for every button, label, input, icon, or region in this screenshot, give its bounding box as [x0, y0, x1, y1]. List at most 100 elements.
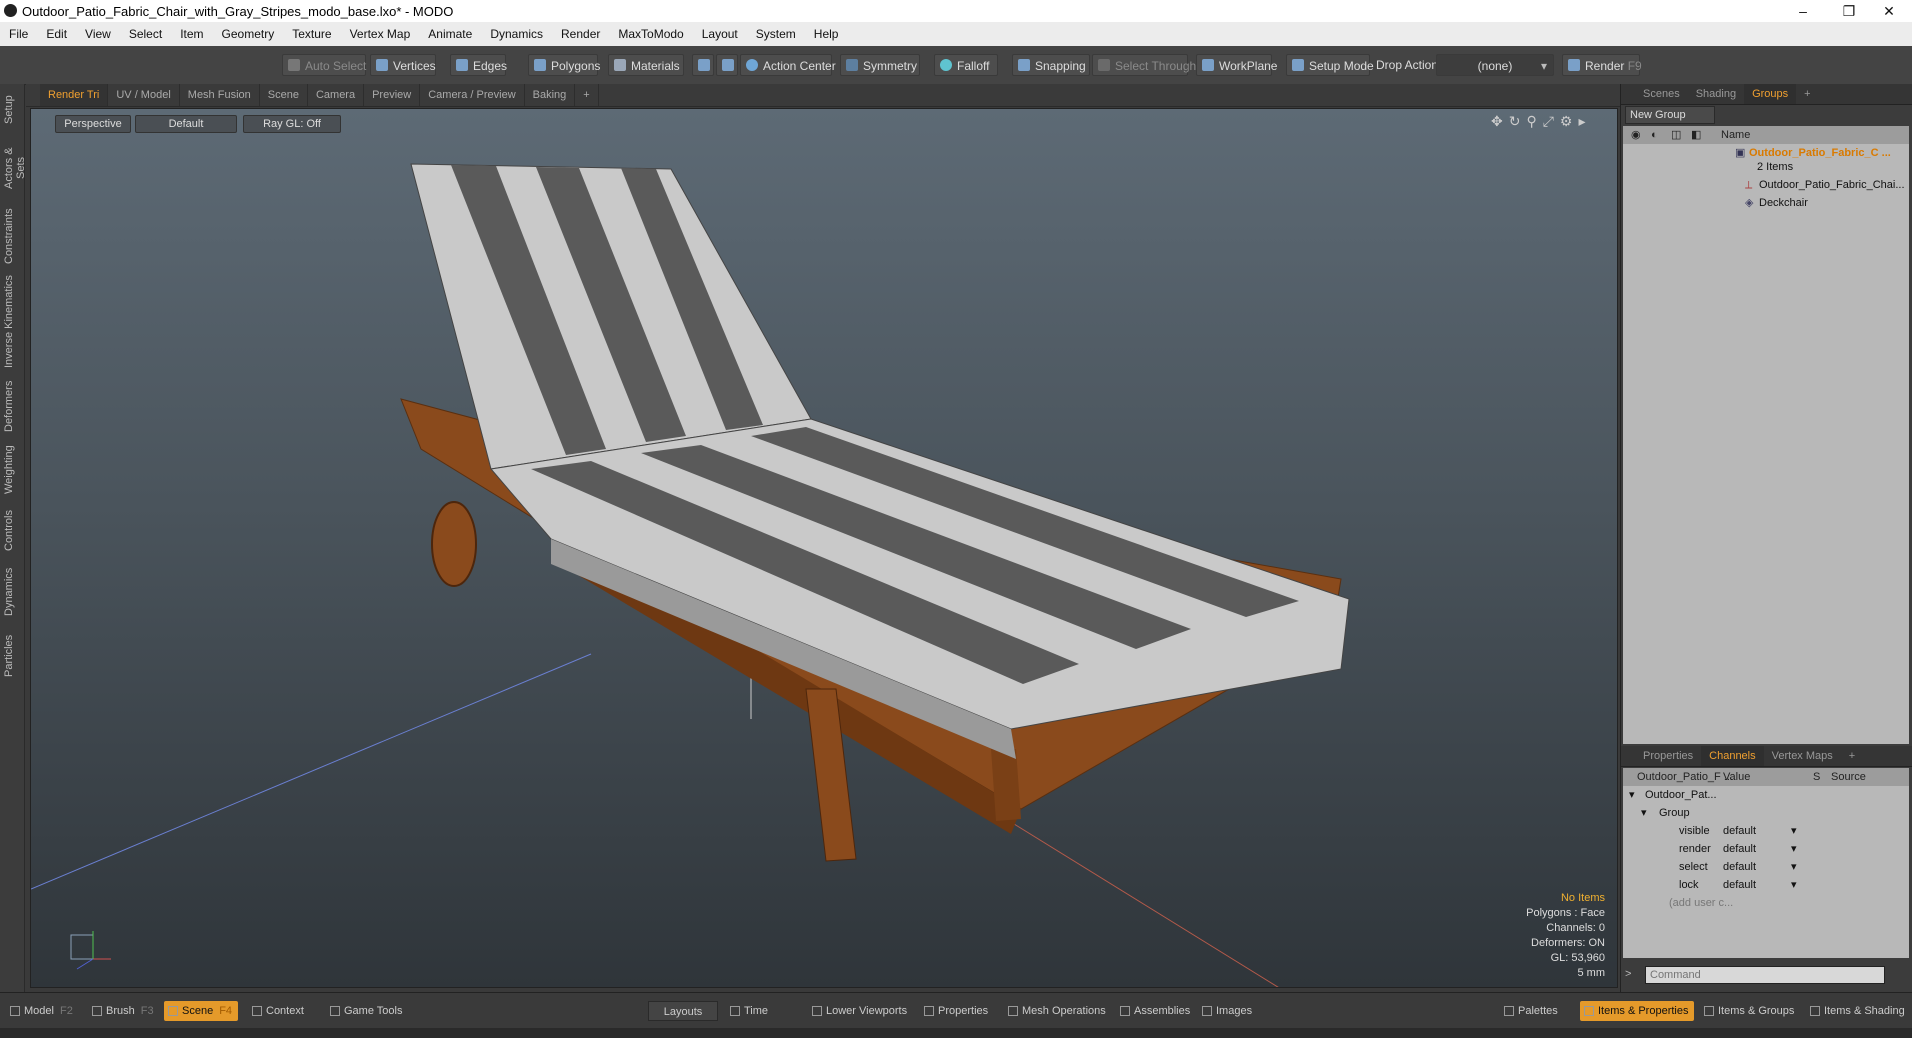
tab-particles[interactable]: Particles	[3, 628, 21, 684]
menu-vertex-map[interactable]: Vertex Map	[341, 22, 420, 46]
menu-edit[interactable]: Edit	[37, 22, 76, 46]
chevron-down-icon: ▾	[1641, 807, 1647, 819]
tab-camera[interactable]: Camera	[308, 84, 365, 106]
channel-row-visible[interactable]: visible default ▾	[1623, 822, 1909, 840]
add-tab-button[interactable]: +	[575, 84, 599, 106]
menu-help[interactable]: Help	[805, 22, 848, 46]
channel-group-row[interactable]: ▾ Group	[1623, 804, 1909, 822]
snapping-button[interactable]: Snapping	[1012, 54, 1090, 76]
new-group-button[interactable]: New Group	[1625, 106, 1715, 124]
axis-gizmo-icon	[70, 931, 111, 970]
items-groups-button[interactable]: Items & Groups	[1700, 1001, 1800, 1021]
mesh-operations-button[interactable]: Mesh Operations	[1004, 1001, 1112, 1021]
menu-render[interactable]: Render	[552, 22, 609, 46]
group-child-row[interactable]: ◈ Deckchair	[1623, 194, 1909, 212]
tab-baking[interactable]: Baking	[525, 84, 576, 106]
3d-viewport[interactable]: Perspective Default Ray GL: Off ✥↻⚲⤢⚙▸ N…	[30, 108, 1618, 988]
tab-uv-model[interactable]: UV / Model	[108, 84, 180, 106]
auto-select-button[interactable]: Auto Select	[282, 54, 366, 76]
time-button[interactable]: Time	[726, 1001, 774, 1021]
layouts-button[interactable]: Layouts	[648, 1001, 718, 1021]
tab-channels[interactable]: Channels	[1701, 746, 1764, 766]
items-properties-button[interactable]: Items & Properties	[1580, 1001, 1695, 1021]
tab-actors-sets[interactable]: Actors & Sets	[3, 138, 27, 198]
channel-row-select[interactable]: select default ▾	[1623, 858, 1909, 876]
select-mode-a-button[interactable]	[692, 54, 714, 76]
tab-mesh-fusion[interactable]: Mesh Fusion	[180, 84, 260, 106]
tab-scenes[interactable]: Scenes	[1635, 84, 1688, 104]
menu-dynamics[interactable]: Dynamics	[481, 22, 552, 46]
assemblies-button[interactable]: Assemblies	[1116, 1001, 1196, 1021]
tab-shading[interactable]: Shading	[1688, 84, 1744, 104]
falloff-button[interactable]: Falloff	[934, 54, 998, 76]
lower-viewports-button[interactable]: Lower Viewports	[808, 1001, 913, 1021]
channel-root-row[interactable]: ▾ Outdoor_Pat...	[1623, 786, 1909, 804]
symmetry-button[interactable]: Symmetry	[840, 54, 920, 76]
x-axis-line	[31, 653, 592, 890]
menu-layout[interactable]: Layout	[693, 22, 747, 46]
polygons-button[interactable]: Polygons	[528, 54, 600, 76]
chevron-down-icon[interactable]: ▾	[1791, 822, 1797, 840]
drop-action-select[interactable]: (none) ▾	[1436, 54, 1554, 76]
tab-constraints[interactable]: Constraints	[3, 206, 21, 266]
brush-layout-button[interactable]: Brush F3	[88, 1001, 160, 1021]
select-through-button[interactable]: Select Through	[1092, 54, 1196, 76]
palettes-button[interactable]: Palettes	[1500, 1001, 1564, 1021]
scene-layout-button[interactable]: Scene F4	[164, 1001, 239, 1021]
select-mode-b-button[interactable]	[716, 54, 738, 76]
tab-vertex-maps[interactable]: Vertex Maps	[1764, 746, 1841, 766]
group-child-row[interactable]: ⟂ Outdoor_Patio_Fabric_Chai...	[1623, 176, 1909, 194]
vertices-button[interactable]: Vertices	[370, 54, 436, 76]
model-layout-button[interactable]: Model F2	[6, 1001, 79, 1021]
edges-button[interactable]: Edges	[450, 54, 507, 76]
properties-button[interactable]: Properties	[920, 1001, 994, 1021]
close-button[interactable]: ✕	[1866, 1, 1912, 21]
tab-properties[interactable]: Properties	[1635, 746, 1701, 766]
add-tab-button[interactable]: +	[1796, 84, 1818, 104]
menu-file[interactable]: File	[0, 22, 37, 46]
chevron-down-icon[interactable]: ▾	[1791, 840, 1797, 858]
tab-weighting[interactable]: Weighting	[3, 442, 21, 498]
command-input[interactable]	[1645, 966, 1885, 984]
select-through-icon	[1098, 59, 1110, 71]
menu-select[interactable]: Select	[120, 22, 171, 46]
menu-geometry[interactable]: Geometry	[213, 22, 284, 46]
panel-icon	[1120, 1006, 1130, 1016]
tab-inverse-kinematics[interactable]: Inverse Kinematics	[3, 274, 21, 370]
images-button[interactable]: Images	[1198, 1001, 1258, 1021]
menu-view[interactable]: View	[76, 22, 120, 46]
mesh-icon: ⟂	[1745, 179, 1753, 191]
tab-dynamics[interactable]: Dynamics	[3, 564, 21, 620]
add-user-channel-row[interactable]: (add user c...	[1623, 894, 1909, 912]
tab-controls[interactable]: Controls	[3, 506, 21, 556]
menu-item[interactable]: Item	[171, 22, 212, 46]
hud-channels: Channels: 0	[1546, 922, 1605, 934]
materials-button[interactable]: Materials	[608, 54, 684, 76]
render-button[interactable]: Render F9	[1562, 54, 1642, 76]
modo-logo-icon	[4, 4, 17, 17]
context-layout-button[interactable]: Context	[248, 1001, 310, 1021]
action-center-button[interactable]: Action Center	[740, 54, 836, 76]
tab-preview[interactable]: Preview	[364, 84, 421, 106]
minimize-button[interactable]: –	[1780, 1, 1826, 21]
tab-groups[interactable]: Groups	[1744, 84, 1797, 104]
menu-maxtomodo[interactable]: MaxToModo	[609, 22, 692, 46]
tab-setup[interactable]: Setup	[3, 90, 21, 130]
channel-row-render[interactable]: render default ▾	[1623, 840, 1909, 858]
chevron-down-icon[interactable]: ▾	[1791, 858, 1797, 876]
tab-scene[interactable]: Scene	[260, 84, 308, 106]
tab-camera-preview[interactable]: Camera / Preview	[420, 84, 525, 106]
items-shading-button[interactable]: Items & Shading	[1806, 1001, 1911, 1021]
tab-render-tri[interactable]: Render Tri	[40, 84, 109, 106]
menu-animate[interactable]: Animate	[419, 22, 481, 46]
chevron-down-icon[interactable]: ▾	[1791, 876, 1797, 894]
menu-texture[interactable]: Texture	[283, 22, 340, 46]
select-mode-icon	[698, 59, 710, 71]
game-tools-layout-button[interactable]: Game Tools	[326, 1001, 409, 1021]
workplane-button[interactable]: WorkPlane	[1196, 54, 1277, 76]
add-tab-button[interactable]: +	[1841, 746, 1863, 766]
tab-deformers[interactable]: Deformers	[3, 378, 21, 434]
channel-row-lock[interactable]: lock default ▾	[1623, 876, 1909, 894]
menu-system[interactable]: System	[747, 22, 805, 46]
setup-mode-button[interactable]: Setup Mode	[1286, 54, 1374, 76]
